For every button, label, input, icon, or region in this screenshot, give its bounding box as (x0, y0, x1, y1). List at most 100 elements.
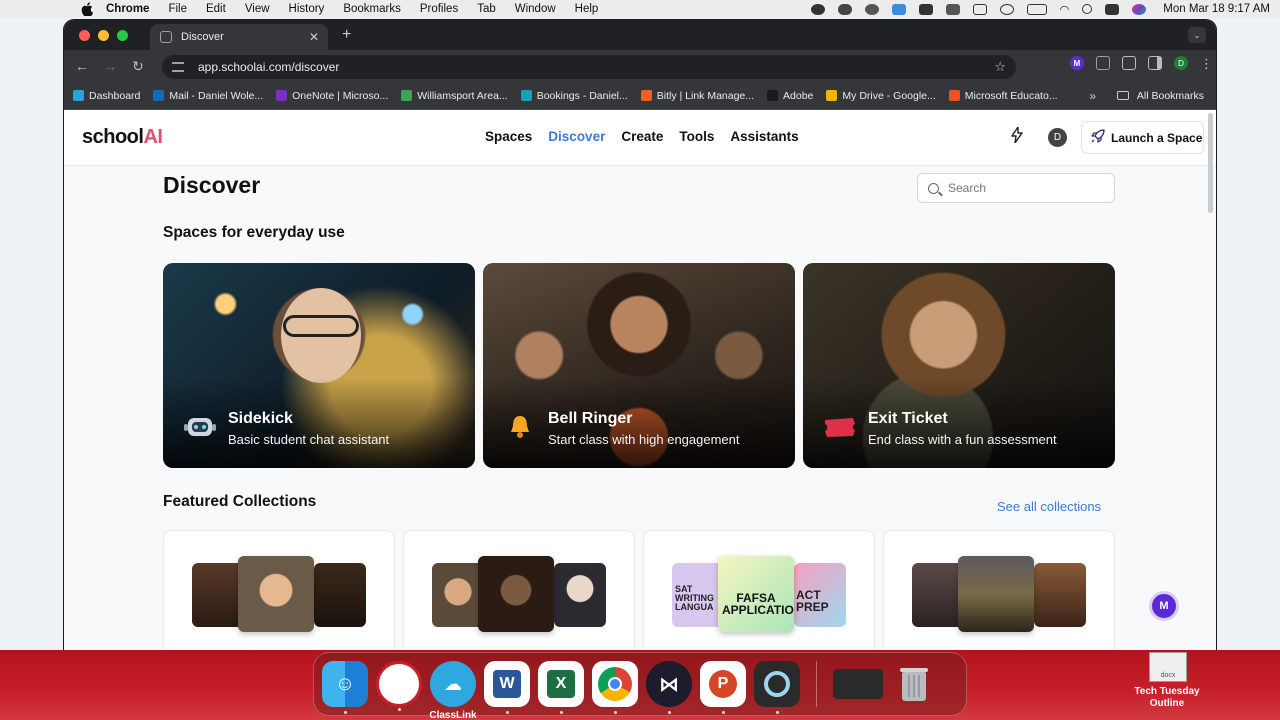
menu-tab[interactable]: Tab (477, 3, 496, 15)
magicschool-extension-icon[interactable]: M (1070, 56, 1084, 70)
menu-app-chrome[interactable]: Chrome (106, 3, 149, 15)
more-bookmarks-icon[interactable]: » (1089, 89, 1096, 103)
space-card-sidekick[interactable]: Sidekick Basic student chat assistant (163, 263, 475, 468)
nav-assistants[interactable]: Assistants (730, 129, 798, 144)
bookmark-item[interactable]: Bitly | Link Manage... (640, 90, 754, 102)
menubar-clock[interactable]: Mon Mar 18 9:17 AM (1163, 3, 1270, 15)
airdrop-icon[interactable] (999, 3, 1014, 15)
classlink-icon[interactable]: ☁ ClassLink (429, 661, 477, 720)
lightning-icon[interactable] (1011, 126, 1023, 148)
collection-card[interactable]: SAT WRITING LANGUA ACT PREP FAFSA APPLIC… (643, 530, 875, 650)
space-card-exit-ticket[interactable]: Exit Ticket End class with a fun assessm… (803, 263, 1115, 468)
nav-discover[interactable]: Discover (548, 129, 605, 144)
collection-card[interactable] (883, 530, 1115, 650)
new-tab-button[interactable]: + (342, 26, 351, 44)
record-icon[interactable] (810, 3, 825, 15)
tab-discover[interactable]: Discover ✕ (150, 24, 328, 50)
bookmark-star-icon[interactable]: ☆ (994, 59, 1006, 75)
apple-menu-icon[interactable] (80, 2, 94, 16)
bookmark-item[interactable]: OneNote | Microso... (276, 90, 388, 102)
quicktime-icon[interactable] (754, 661, 800, 714)
chrome-window-minimized-icon[interactable] (833, 669, 883, 699)
featured-collections: SAT WRITING LANGUA ACT PREP FAFSA APPLIC… (163, 530, 1115, 650)
chrome-menu-icon[interactable]: ⋮ (1200, 56, 1213, 71)
menu-edit[interactable]: Edit (206, 3, 226, 15)
bookmark-item[interactable]: Williamsport Area... (401, 90, 508, 102)
see-all-collections-link[interactable]: See all collections (997, 499, 1101, 514)
window-icon[interactable] (972, 3, 987, 15)
tab-search-icon[interactable]: ⌄ (1188, 27, 1206, 43)
reader-extension-icon[interactable] (1096, 56, 1110, 70)
nav-tools[interactable]: Tools (679, 129, 714, 144)
forward-icon[interactable]: → (96, 58, 124, 74)
ticket-icon (823, 414, 857, 440)
collection-card[interactable] (403, 530, 635, 650)
excel-icon[interactable]: X (538, 661, 584, 714)
collection-card[interactable] (163, 530, 395, 650)
powerpoint-icon[interactable]: P (700, 661, 746, 714)
bookmark-favicon-icon (640, 90, 652, 101)
space-card-bell-ringer[interactable]: Bell Ringer Start class with high engage… (483, 263, 795, 468)
back-icon[interactable]: ← (68, 58, 96, 74)
menu-bookmarks[interactable]: Bookmarks (343, 3, 401, 15)
section-title-featured: Featured Collections (163, 493, 317, 510)
snagit-icon[interactable] (918, 3, 933, 15)
bookmark-item[interactable]: Mail - Daniel Wole... (153, 90, 263, 102)
screen-share-icon[interactable] (864, 3, 879, 15)
close-window-button[interactable] (79, 29, 90, 41)
bookmark-item[interactable]: My Drive - Google... (826, 90, 936, 102)
menu-profiles[interactable]: Profiles (420, 3, 458, 15)
nav-spaces[interactable]: Spaces (485, 129, 532, 144)
menu-window[interactable]: Window (515, 3, 556, 15)
site-header: schoolAI Spaces Discover Create Tools Assist… (64, 110, 1216, 166)
menu-file[interactable]: File (168, 3, 187, 15)
magicschool-floating-button[interactable]: M (1152, 594, 1176, 618)
trash-icon[interactable] (891, 661, 937, 707)
battery-icon[interactable] (1026, 3, 1047, 15)
bookmark-item[interactable]: Microsoft Educato... (948, 90, 1058, 102)
menu-view[interactable]: View (245, 3, 270, 15)
reload-icon[interactable]: ↻ (124, 58, 152, 75)
zoom-window-button[interactable] (117, 29, 128, 41)
bookmark-item[interactable]: Bookings - Daniel... (520, 90, 628, 102)
finder-icon[interactable]: ☺ (322, 661, 368, 714)
close-tab-icon[interactable]: ✕ (309, 30, 319, 44)
word-icon[interactable]: W (484, 661, 530, 714)
capture-icon[interactable] (891, 3, 906, 15)
menu-help[interactable]: Help (575, 3, 599, 15)
bookmark-favicon-icon (520, 90, 532, 101)
cloud-icon[interactable] (837, 3, 852, 15)
all-bookmarks-folder[interactable]: All Bookmarks (1116, 90, 1204, 102)
minimize-window-button[interactable] (98, 29, 109, 41)
school-district-icon[interactable] (376, 661, 422, 711)
chrome-icon[interactable] (592, 661, 638, 714)
section-title-everyday: Spaces for everyday use (163, 224, 345, 241)
control-center-icon[interactable] (1105, 3, 1120, 15)
bookmark-item[interactable]: Adobe (767, 90, 813, 102)
page-scrollbar[interactable] (1208, 113, 1213, 213)
desktop-document-label[interactable]: Tech Tuesday Outline (1124, 686, 1210, 710)
bookmark-item[interactable]: Dashboard (73, 90, 140, 102)
tab-favicon-icon (160, 31, 172, 43)
magicschool-app-icon[interactable]: ⋈ (646, 661, 692, 714)
site-info-icon[interactable] (172, 62, 184, 72)
display-icon[interactable] (945, 3, 960, 15)
wifi-icon[interactable]: ◠ (1060, 3, 1070, 16)
search-icon[interactable] (1082, 4, 1093, 14)
nav-create[interactable]: Create (621, 129, 663, 144)
collection-thumb (554, 563, 606, 627)
menu-history[interactable]: History (289, 3, 325, 15)
user-avatar[interactable]: D (1048, 128, 1067, 147)
profile-avatar[interactable]: D (1174, 56, 1188, 70)
search-input[interactable]: Search (917, 173, 1115, 203)
puzzle-extensions-icon[interactable] (1122, 56, 1136, 70)
schoolai-logo[interactable]: schoolAI (82, 126, 163, 149)
launch-space-button[interactable]: Launch a Space (1081, 121, 1204, 154)
card-description: Start class with high engagement (548, 432, 740, 447)
side-panel-icon[interactable] (1148, 56, 1162, 70)
address-bar[interactable]: app.schoolai.com/discover ☆ (162, 55, 1016, 79)
desktop-document-icon[interactable]: docx (1149, 652, 1187, 682)
url-text[interactable]: app.schoolai.com/discover (198, 60, 339, 74)
bookmark-label: Adobe (783, 89, 814, 102)
siri-icon[interactable] (1132, 3, 1147, 15)
